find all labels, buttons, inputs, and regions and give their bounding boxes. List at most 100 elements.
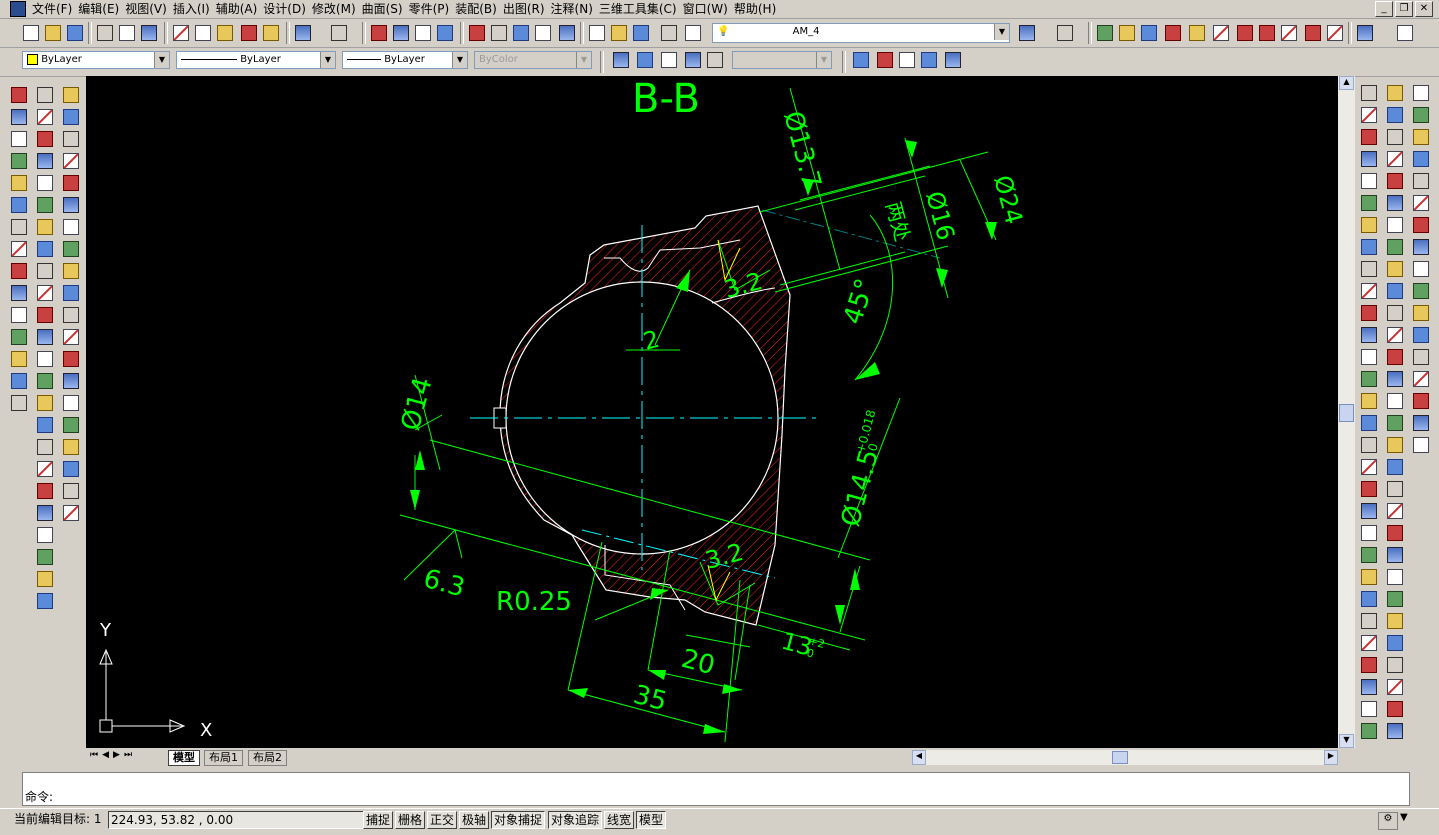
mech-tool-7-icon[interactable]: [1236, 24, 1254, 42]
vertical-scrollbar[interactable]: ▲ ▼: [1338, 76, 1355, 748]
mech-right-a-tool-16-icon[interactable]: [1360, 414, 1378, 432]
mech-left-tool-10-icon[interactable]: [62, 284, 80, 302]
zoom3-icon[interactable]: [898, 51, 916, 69]
mech-right-b-tool-16-icon[interactable]: [1386, 414, 1404, 432]
draw-tool-11-icon[interactable]: [10, 306, 28, 324]
mech-left-tool-5-icon[interactable]: [62, 174, 80, 192]
mech-left-tool-4-icon[interactable]: [62, 152, 80, 170]
mech-tool-9-icon[interactable]: [1280, 24, 1298, 42]
mech-right-a-tool-10-icon[interactable]: [1360, 282, 1378, 300]
mech-tool-6-icon[interactable]: [1212, 24, 1230, 42]
scroll-left-icon[interactable]: ◀: [912, 750, 926, 765]
mech-right-c-tool-14-icon[interactable]: [1412, 370, 1430, 388]
undo2-icon[interactable]: [1018, 24, 1036, 42]
properties-icon[interactable]: [468, 24, 486, 42]
view-tool-2-icon[interactable]: [636, 51, 654, 69]
mech-left-tool-11-icon[interactable]: [62, 306, 80, 324]
mech-right-b-tool-29-icon[interactable]: [1386, 700, 1404, 718]
open-icon[interactable]: [44, 24, 62, 42]
new-icon[interactable]: [22, 24, 40, 42]
menu-part[interactable]: 零件(P): [409, 1, 456, 17]
mech-right-b-tool-6-icon[interactable]: [1386, 194, 1404, 212]
draw-tool-12-icon[interactable]: [10, 328, 28, 346]
mech-help-icon[interactable]: [1356, 24, 1374, 42]
menu-output[interactable]: 出图(R): [503, 1, 551, 17]
mech-left-tool-2-icon[interactable]: [62, 108, 80, 126]
lineweight-combo[interactable]: ByLayer ▼: [342, 51, 468, 69]
mech-left-tool-18-icon[interactable]: [62, 460, 80, 478]
mech-right-c-tool-2-icon[interactable]: [1412, 106, 1430, 124]
modify-tool-21-icon[interactable]: [36, 526, 54, 544]
minimize-icon[interactable]: _: [1375, 1, 1393, 17]
menu-file[interactable]: 文件(F): [32, 1, 78, 17]
draw-tool-9-icon[interactable]: [10, 262, 28, 280]
tab-model[interactable]: 模型: [168, 750, 200, 766]
mech-right-a-tool-7-icon[interactable]: [1360, 216, 1378, 234]
scroll-right-icon[interactable]: ▶: [1324, 750, 1338, 765]
lineweight-button[interactable]: 线宽: [604, 811, 635, 829]
layer-iso-icon[interactable]: [684, 24, 702, 42]
mech-right-c-tool-9-icon[interactable]: [1412, 260, 1430, 278]
modify-tool-7-icon[interactable]: [36, 218, 54, 236]
designcenter-icon[interactable]: [490, 24, 508, 42]
view-tool-3-icon[interactable]: [660, 51, 678, 69]
mech-tool-10-icon[interactable]: [1304, 24, 1322, 42]
mech-right-c-tool-1-icon[interactable]: [1412, 84, 1430, 102]
modify-tool-12-icon[interactable]: [36, 328, 54, 346]
chevron-down-icon[interactable]: ▼: [816, 52, 831, 68]
menu-surface[interactable]: 曲面(S): [362, 1, 409, 17]
draw-tool-5-icon[interactable]: [10, 174, 28, 192]
mech-left-tool-16-icon[interactable]: [62, 416, 80, 434]
mech-right-c-tool-12-icon[interactable]: [1412, 326, 1430, 344]
ortho-button[interactable]: 正交: [427, 811, 458, 829]
draw-tool-1-icon[interactable]: [10, 86, 28, 104]
mech-right-a-tool-18-icon[interactable]: [1360, 458, 1378, 476]
mech-right-a-tool-17-icon[interactable]: [1360, 436, 1378, 454]
modify-tool-13-icon[interactable]: [36, 350, 54, 368]
mech-right-b-tool-13-icon[interactable]: [1386, 348, 1404, 366]
copy-icon[interactable]: [194, 24, 212, 42]
mech-right-b-tool-28-icon[interactable]: [1386, 678, 1404, 696]
mech-right-b-tool-3-icon[interactable]: [1386, 128, 1404, 146]
modify-tool-1-icon[interactable]: [36, 86, 54, 104]
mech-right-c-tool-4-icon[interactable]: [1412, 150, 1430, 168]
mech-right-c-tool-13-icon[interactable]: [1412, 348, 1430, 366]
menu-3dtools[interactable]: 三维工具集(C): [599, 1, 683, 17]
mech-right-a-tool-4-icon[interactable]: [1360, 150, 1378, 168]
mech-left-tool-3-icon[interactable]: [62, 130, 80, 148]
modify-tool-20-icon[interactable]: [36, 504, 54, 522]
mech-right-a-tool-6-icon[interactable]: [1360, 194, 1378, 212]
mech-right-b-tool-17-icon[interactable]: [1386, 436, 1404, 454]
mech-right-b-tool-8-icon[interactable]: [1386, 238, 1404, 256]
draw-tool-4-icon[interactable]: [10, 152, 28, 170]
osnap-button[interactable]: 对象捕捉: [491, 811, 546, 829]
modify-tool-9-icon[interactable]: [36, 262, 54, 280]
zoom5-icon[interactable]: [944, 51, 962, 69]
mech-tool-2-icon[interactable]: [1118, 24, 1136, 42]
paste-icon[interactable]: [216, 24, 234, 42]
mech-right-b-tool-14-icon[interactable]: [1386, 370, 1404, 388]
mech-right-c-tool-11-icon[interactable]: [1412, 304, 1430, 322]
mech-left-tool-6-icon[interactable]: [62, 196, 80, 214]
save-icon[interactable]: [66, 24, 84, 42]
modify-tool-24-icon[interactable]: [36, 592, 54, 610]
scroll-thumb[interactable]: [1339, 404, 1354, 422]
mech-right-b-tool-27-icon[interactable]: [1386, 656, 1404, 674]
mech-right-a-tool-29-icon[interactable]: [1360, 700, 1378, 718]
mech-right-c-tool-6-icon[interactable]: [1412, 194, 1430, 212]
undo-icon[interactable]: [294, 24, 312, 42]
mech-right-b-tool-12-icon[interactable]: [1386, 326, 1404, 344]
publish-icon[interactable]: [140, 24, 158, 42]
mech-right-a-tool-24-icon[interactable]: [1360, 590, 1378, 608]
menu-assist[interactable]: 辅助(A): [216, 1, 264, 17]
draw-tool-14-icon[interactable]: [10, 372, 28, 390]
mech-right-a-tool-19-icon[interactable]: [1360, 480, 1378, 498]
mech-right-c-tool-16-icon[interactable]: [1412, 414, 1430, 432]
modify-tool-17-icon[interactable]: [36, 438, 54, 456]
layer-save-icon[interactable]: [632, 24, 650, 42]
modify-tool-3-icon[interactable]: [36, 130, 54, 148]
menu-modify[interactable]: 修改(M): [312, 1, 362, 17]
coords-display[interactable]: 224.93, 53.82 , 0.00: [108, 811, 364, 829]
mech-tool-5-icon[interactable]: [1188, 24, 1206, 42]
mech-right-b-tool-15-icon[interactable]: [1386, 392, 1404, 410]
